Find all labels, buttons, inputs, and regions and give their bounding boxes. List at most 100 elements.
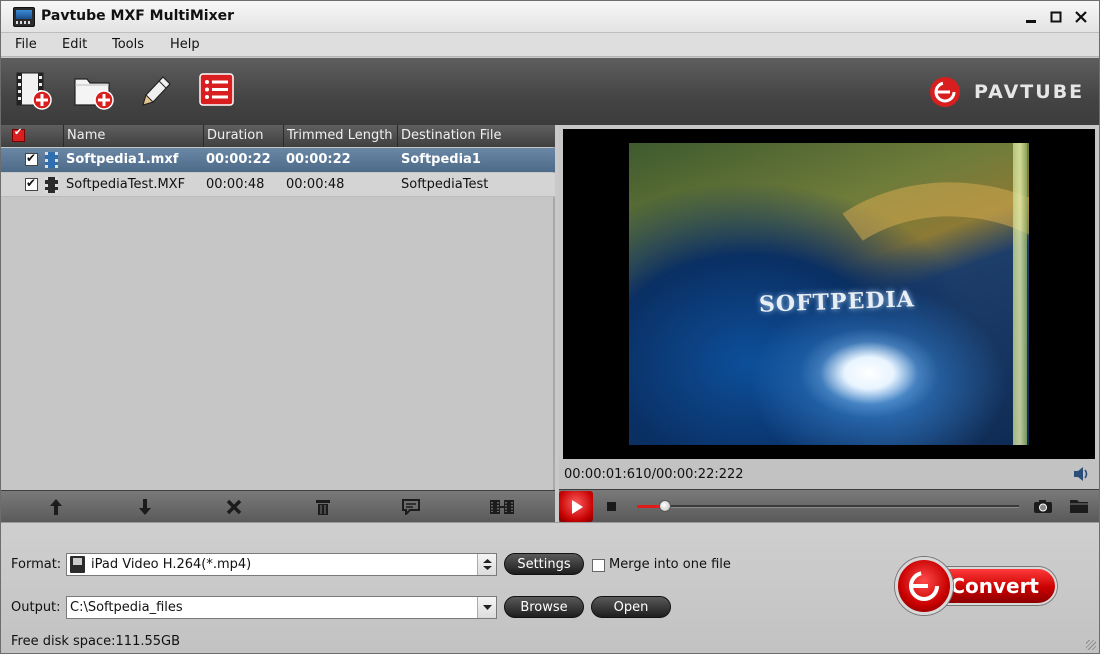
output-label: Output: [11, 600, 61, 615]
format-select[interactable]: iPad Video H.264(*.mp4) [66, 553, 497, 576]
convert-button[interactable]: Convert [895, 557, 1061, 617]
file-row-2[interactable]: SoftpediaTest.MXF 00:00:48 00:00:48 Soft… [1, 173, 555, 197]
merge-icon [490, 500, 514, 514]
pavtube-logo: PAVTUBE [928, 74, 1083, 110]
menu-bar: File Edit Tools Help [1, 33, 1099, 57]
video-stripe-shape [1013, 143, 1027, 445]
free-disk-space: Free disk space:111.55GB [11, 634, 181, 649]
move-up-button[interactable] [45, 496, 67, 518]
seek-thumb[interactable] [658, 500, 671, 512]
format-dropdown-arrow[interactable] [477, 554, 496, 575]
add-folder-icon [74, 78, 114, 110]
preview-panel: SOFTPEDIA 00:00:01:610/00:00:22:222 [559, 125, 1099, 522]
file-destination: SoftpediaTest [401, 177, 489, 192]
move-down-icon [139, 499, 151, 515]
seek-bar[interactable] [637, 500, 1019, 512]
playback-time: 00:00:01:610/00:00:22:222 [564, 467, 744, 482]
stop-button[interactable] [607, 502, 616, 511]
logo-text: PAVTUBE [974, 81, 1085, 103]
header-separator [397, 125, 398, 147]
merge-label: Merge into one file [609, 557, 731, 572]
task-list-icon [199, 73, 234, 106]
file-duration: 00:00:48 [206, 177, 265, 192]
spinner-arrows-icon [483, 559, 492, 570]
minimize-button[interactable] [1021, 7, 1041, 27]
clear-list-button[interactable] [312, 496, 334, 518]
browse-button[interactable]: Browse [504, 596, 584, 618]
subtitle-icon [402, 499, 420, 515]
merge-checkbox[interactable] [592, 559, 605, 572]
player-controls [559, 489, 1099, 522]
close-button[interactable] [1071, 7, 1091, 27]
add-video-button[interactable] [13, 71, 55, 111]
main-toolbar: PAVTUBE [1, 58, 1099, 125]
file-name: SoftpediaTest.MXF [66, 177, 186, 192]
video-preview[interactable]: SOFTPEDIA [563, 129, 1095, 459]
chevron-down-icon [483, 605, 492, 610]
file-destination: Softpedia1 [401, 152, 481, 167]
video-overlay-text: SOFTPEDIA [758, 286, 916, 318]
convert-disc [895, 557, 953, 615]
time-display-row: 00:00:01:610/00:00:22:222 [559, 459, 1099, 489]
move-up-icon [50, 499, 62, 515]
app-window: Pavtube MXF MultiMixer File Edit Tools H… [0, 0, 1100, 654]
trash-icon [316, 500, 330, 515]
add-video-icon [16, 72, 52, 110]
output-dropdown-arrow[interactable] [477, 597, 496, 618]
camera-icon[interactable] [1033, 498, 1053, 514]
mp4-format-icon [70, 556, 85, 573]
title-bar[interactable]: Pavtube MXF MultiMixer [1, 1, 1099, 33]
app-icon [13, 7, 35, 27]
video-file-icon [45, 152, 58, 168]
close-icon [1075, 11, 1087, 23]
col-duration[interactable]: Duration [207, 128, 263, 143]
output-path-select[interactable]: C:\Softpedia_files [66, 596, 497, 619]
file-row-1[interactable]: Softpedia1.mxf 00:00:22 00:00:22 Softped… [1, 148, 555, 172]
format-label: Format: [11, 557, 62, 572]
video-frame-image: SOFTPEDIA [629, 143, 1029, 445]
menu-tools[interactable]: Tools [112, 37, 144, 52]
col-destination[interactable]: Destination File [401, 128, 501, 143]
minimize-icon [1026, 20, 1036, 23]
move-down-button[interactable] [134, 496, 156, 518]
video-file-icon [45, 177, 58, 193]
volume-icon[interactable] [1073, 465, 1091, 483]
settings-button[interactable]: Settings [504, 553, 584, 575]
header-separator [283, 125, 284, 147]
maximize-button[interactable] [1046, 7, 1066, 27]
menu-edit[interactable]: Edit [62, 37, 87, 52]
file-trimmed-length: 00:00:48 [286, 177, 345, 192]
file-name: Softpedia1.mxf [66, 152, 179, 167]
header-separator [63, 125, 64, 147]
add-folder-button[interactable] [73, 71, 115, 111]
edit-button[interactable] [135, 71, 177, 111]
file-row-checkbox[interactable] [25, 151, 38, 166]
file-row-checkbox[interactable] [25, 176, 38, 191]
subtitle-button[interactable] [400, 496, 422, 518]
file-trimmed-length: 00:00:22 [286, 152, 351, 167]
select-all-checkbox[interactable] [12, 127, 25, 142]
maximize-icon [1050, 11, 1062, 23]
remove-icon [226, 499, 242, 515]
play-button[interactable] [559, 491, 593, 522]
file-duration: 00:00:22 [206, 152, 271, 167]
header-separator [203, 125, 204, 147]
file-list-panel: Name Duration Trimmed Length Destination… [1, 125, 555, 490]
format-value: iPad Video H.264(*.mp4) [91, 557, 252, 572]
merge-button[interactable] [489, 496, 515, 518]
task-list-button[interactable] [197, 71, 239, 111]
output-path-value: C:\Softpedia_files [70, 600, 183, 615]
file-list-toolbar [1, 490, 555, 522]
output-settings-panel: Format: iPad Video H.264(*.mp4) Settings… [1, 522, 1099, 653]
open-folder-icon[interactable] [1069, 498, 1089, 514]
menu-help[interactable]: Help [170, 37, 200, 52]
col-trimmed-length[interactable]: Trimmed Length [287, 128, 393, 143]
resize-grip[interactable] [1086, 640, 1096, 650]
remove-button[interactable] [223, 496, 245, 518]
col-name[interactable]: Name [67, 128, 105, 143]
convert-arrows-icon [909, 571, 939, 601]
edit-pencil-icon [142, 76, 171, 106]
file-list-header: Name Duration Trimmed Length Destination… [1, 125, 555, 147]
menu-file[interactable]: File [15, 37, 37, 52]
open-button[interactable]: Open [591, 596, 671, 618]
